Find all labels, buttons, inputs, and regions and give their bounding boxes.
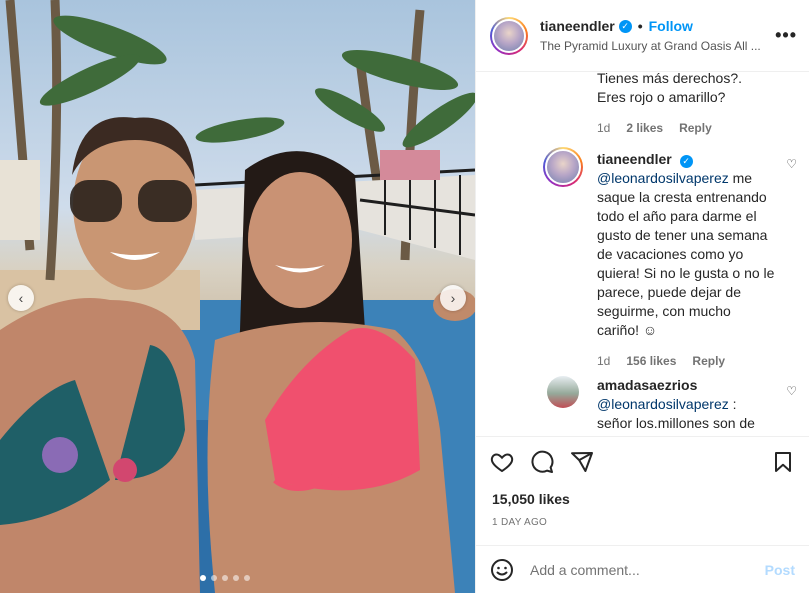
comment-item: tianeendler ✓ @leonardosilvaperez me saq… xyxy=(476,147,809,368)
comments-list[interactable]: Tienes más derechos?. Eres rojo o amaril… xyxy=(476,72,809,436)
commenter-avatar[interactable] xyxy=(547,376,579,408)
post-date[interactable]: 1 DAY AGO xyxy=(476,517,809,528)
comment-likes[interactable]: 2 likes xyxy=(626,121,663,135)
post-side-panel: tianeendler ✓ • Follow The Pyramid Luxur… xyxy=(475,0,809,593)
next-slide-button[interactable]: › xyxy=(440,285,466,311)
carousel-indicator xyxy=(200,575,250,581)
post-actions: 15,050 likes 1 DAY AGO xyxy=(476,436,809,528)
comment-text: me saque la cresta entrenando todo el añ… xyxy=(597,170,775,338)
save-bookmark-icon[interactable] xyxy=(771,450,795,474)
verified-badge-icon: ✓ xyxy=(679,155,693,168)
post-header: tianeendler ✓ • Follow The Pyramid Luxur… xyxy=(476,0,809,72)
comment-text: Tienes más derechos?. Eres rojo o amaril… xyxy=(597,72,742,105)
reply-button[interactable]: Reply xyxy=(692,354,725,368)
emoji-icon[interactable] xyxy=(490,558,514,582)
follow-button[interactable]: Follow xyxy=(649,18,693,34)
beach-selfie-image xyxy=(0,0,475,593)
carousel-dot xyxy=(222,575,228,581)
chevron-right-icon: › xyxy=(450,290,456,306)
carousel-dot xyxy=(244,575,250,581)
carousel-dot xyxy=(211,575,217,581)
author-username[interactable]: tianeendler xyxy=(540,18,615,34)
comment-meta: 1d 156 likes Reply xyxy=(597,354,809,368)
author-avatar[interactable] xyxy=(490,16,528,55)
more-options-icon[interactable]: ••• xyxy=(767,25,797,46)
carousel-dot xyxy=(200,575,206,581)
comment-age[interactable]: 1d xyxy=(597,354,610,368)
like-heart-icon[interactable] xyxy=(490,450,514,474)
comment-bubble-icon[interactable] xyxy=(530,450,554,474)
add-comment-input[interactable] xyxy=(530,561,765,578)
comment-item: Tienes más derechos?. Eres rojo o amaril… xyxy=(476,72,809,135)
previous-slide-button[interactable]: ‹ xyxy=(8,285,34,311)
comment-username[interactable]: tianeendler xyxy=(597,151,672,167)
comment-age[interactable]: 1d xyxy=(597,121,610,135)
like-comment-heart-icon[interactable]: ♡ xyxy=(786,384,797,398)
like-comment-heart-icon[interactable]: ♡ xyxy=(786,157,797,171)
separator-dot: • xyxy=(637,18,643,34)
comment-likes[interactable]: 156 likes xyxy=(626,354,676,368)
post-location[interactable]: The Pyramid Luxury at Grand Oasis All ..… xyxy=(540,39,767,53)
commenter-avatar[interactable] xyxy=(543,147,583,187)
carousel-dot xyxy=(233,575,239,581)
reply-button[interactable]: Reply xyxy=(679,121,712,135)
comment-item: amadasaezrios @leonardosilvaperez : seño… xyxy=(476,376,809,433)
post-comment-button[interactable]: Post xyxy=(765,562,795,578)
chevron-left-icon: ‹ xyxy=(18,290,24,306)
post-photo[interactable]: ‹ › xyxy=(0,0,475,593)
likes-count[interactable]: 15,050 likes xyxy=(476,491,809,507)
share-send-icon[interactable] xyxy=(570,450,594,474)
comment-meta: 1d 2 likes Reply xyxy=(597,121,809,135)
comment-mention[interactable]: @leonardosilvaperez xyxy=(597,396,729,412)
verified-badge-icon: ✓ xyxy=(618,19,632,33)
comment-mention[interactable]: @leonardosilvaperez xyxy=(597,170,729,186)
comment-username[interactable]: amadasaezrios xyxy=(597,377,697,393)
comment-composer: Post xyxy=(476,545,809,593)
